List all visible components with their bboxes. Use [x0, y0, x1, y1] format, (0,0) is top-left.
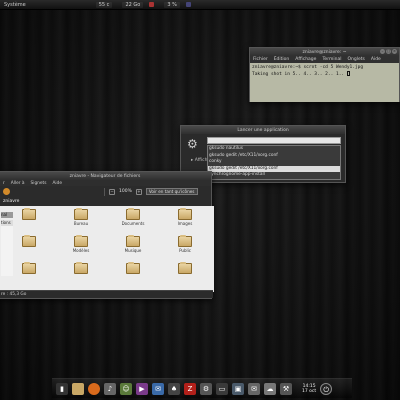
display-icon[interactable]: ▭ [216, 382, 228, 395]
folder-item[interactable] [58, 262, 104, 286]
settings-icon[interactable]: ⚙ [200, 382, 212, 395]
terminal-title: zniavre@zniavre: ~ [302, 49, 347, 55]
command-suggestions: gksudo nautilus gksudo gedit /etc/X11/xo… [207, 145, 341, 180]
network-icon[interactable] [149, 2, 155, 7]
volume-icon[interactable] [185, 2, 191, 7]
folder-icon [178, 262, 192, 274]
file-manager-titlebar[interactable]: zniavre - Navigateur de fichiers [0, 172, 211, 180]
folder-item-images[interactable]: Images [162, 208, 208, 232]
run-dialog-titlebar[interactable]: Lancer une application [181, 126, 345, 134]
game-icon[interactable]: ♠ [168, 382, 180, 395]
terminal-icon[interactable]: ▮ [56, 382, 68, 395]
mail-icon[interactable]: ✉ [248, 382, 260, 395]
file-manager-body: nal tions Bureau Documents Images Modèle… [0, 206, 214, 292]
folder-icon[interactable] [72, 382, 84, 395]
folder-item[interactable] [162, 262, 208, 286]
back-icon[interactable] [3, 188, 10, 195]
clock-time: 14:15 [302, 383, 316, 389]
menu-edition[interactable]: Édition [274, 57, 290, 62]
power-icon[interactable]: ⏻ [320, 382, 333, 395]
location-bar: zniavre [0, 197, 211, 205]
documents-folder-icon [126, 208, 140, 220]
file-manager-title: zniavre - Navigateur de fichiers [69, 173, 141, 179]
folder-item[interactable] [110, 262, 156, 286]
menu-affichage[interactable]: Affichage [295, 57, 316, 62]
zoom-out-button[interactable]: − [109, 188, 115, 195]
folder-item-bureau[interactable]: Bureau [58, 208, 104, 232]
film-folder-icon [22, 208, 36, 220]
menu-terminal[interactable]: Terminal [322, 57, 341, 62]
run-dialog-title: Lancer une application [237, 127, 289, 133]
folder-icon [74, 262, 88, 274]
file-manager-toolbar: − 100% + Voir en tant qu'icônes [0, 186, 211, 197]
folder-item-documents[interactable]: Documents [110, 208, 156, 232]
view-mode-select[interactable]: Voir en tant qu'icônes [145, 188, 198, 195]
terminal-output[interactable]: zniavre@zniavre:~$ scrot -cd 5 Wendy1.jp… [250, 63, 399, 102]
menu-onglets[interactable]: Onglets [347, 57, 364, 62]
chat-icon[interactable]: ✉ [152, 382, 164, 395]
path-button[interactable]: zniavre [3, 199, 19, 204]
status-bar: re : 45,3 Go [0, 290, 213, 298]
pictures-folder-icon [178, 208, 192, 220]
terminal-line: Taking shot in 5.. 4.. 3.. 2.. 1.. [252, 71, 397, 78]
cpu-indicator[interactable]: 3 % [164, 1, 180, 8]
terminal-titlebar[interactable]: zniavre@zniavre: ~ – □ × [250, 48, 399, 56]
terminal-window: zniavre@zniavre: ~ – □ × Fichier Édition… [249, 47, 400, 102]
cpu-temp-indicator[interactable]: 55 c [95, 1, 113, 8]
music-folder-icon [126, 235, 140, 247]
system-menu[interactable]: Système [4, 2, 26, 8]
filezilla-icon[interactable]: Z [184, 382, 196, 395]
dock: ▮ ♪ ☺ ▶ ✉ ♠ Z ⚙ ▭ ▣ ✉ ☁ ⚒ 14:15 17 oct ⏻ [52, 378, 352, 398]
cursor [346, 71, 350, 76]
menu-aide[interactable]: Aide [371, 57, 381, 62]
sidebar-list[interactable] [1, 226, 13, 276]
file-manager-window: zniavre - Navigateur de fichiers r Aller… [0, 171, 214, 299]
tools-icon[interactable]: ⚒ [280, 382, 292, 395]
audio-icon[interactable]: ♪ [104, 382, 116, 395]
menu-aller-a[interactable]: Aller à [11, 181, 25, 186]
network-folder-icon [22, 262, 36, 274]
menu-partial[interactable]: r [3, 181, 5, 186]
zoom-level: 100% [119, 189, 132, 194]
gear-icon: ⚙ [187, 137, 198, 151]
folder-item-modeles[interactable]: Modèles [58, 235, 104, 259]
terminal-menubar: Fichier Édition Affichage Terminal Ongle… [250, 56, 399, 63]
desktop-folder-icon [74, 208, 88, 220]
top-panel: Système 55 c 22 Go 3 % [0, 0, 400, 10]
users-icon[interactable]: ☺ [120, 382, 132, 395]
firefox-icon[interactable] [88, 382, 100, 395]
menu-aide[interactable]: Aide [52, 181, 62, 186]
photos-icon[interactable]: ▣ [232, 382, 244, 395]
menu-fichier[interactable]: Fichier [253, 57, 268, 62]
media-icon[interactable]: ▶ [136, 382, 148, 395]
clock-date: 17 oct [302, 388, 317, 394]
maximize-icon[interactable]: □ [386, 49, 391, 54]
close-icon[interactable]: × [392, 49, 397, 54]
toolbar-separator [104, 187, 105, 196]
weather-icon[interactable]: ☁ [264, 382, 276, 395]
templates-folder-icon [74, 235, 88, 247]
sidebar-item[interactable]: nal [1, 212, 13, 218]
zoom-in-button[interactable]: + [135, 188, 142, 195]
folder-item-public[interactable]: Public [162, 235, 208, 259]
folder-icon [22, 235, 36, 247]
folder-item-musique[interactable]: Musique [110, 235, 156, 259]
public-folder-icon [178, 235, 192, 247]
file-grid: Bureau Documents Images Modèles Musique … [0, 206, 214, 292]
clock[interactable]: 14:15 17 oct [302, 384, 316, 394]
menu-signets[interactable]: Signets [31, 181, 47, 186]
disk-indicator[interactable]: 22 Go [122, 1, 144, 8]
command-input[interactable] [207, 137, 341, 144]
suggestion-item[interactable]: synchrognome-app-install [208, 172, 340, 179]
folder-icon [126, 262, 140, 274]
minimize-icon[interactable]: – [380, 49, 385, 54]
